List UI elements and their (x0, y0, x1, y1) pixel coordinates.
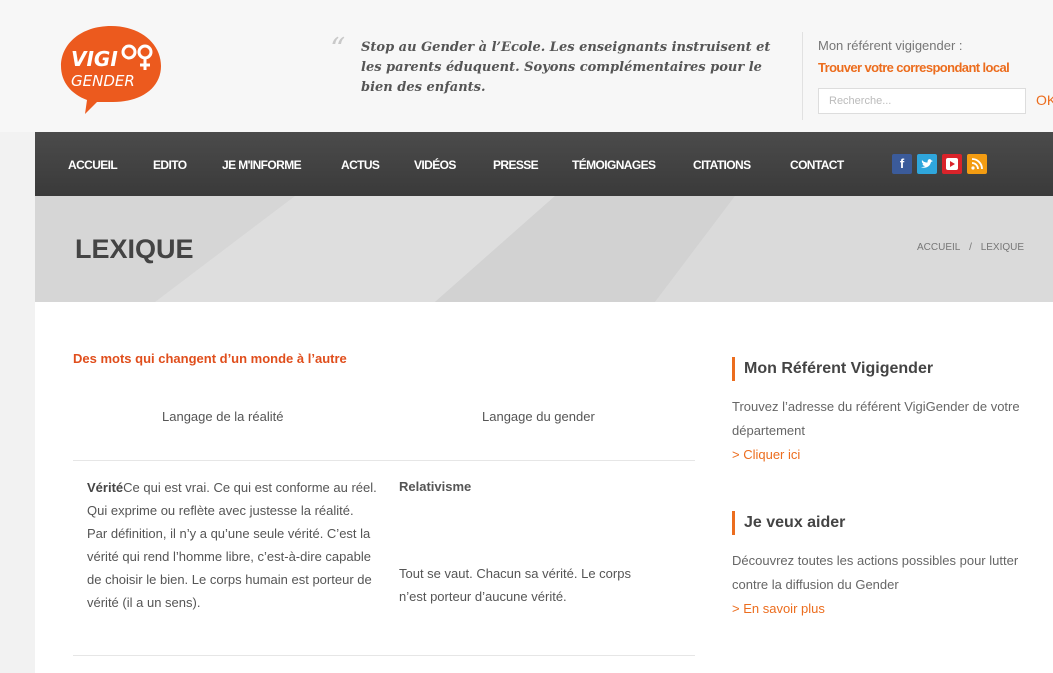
nav-item-accueil[interactable]: ACCUEIL (68, 158, 118, 172)
breadcrumb-separator: / (969, 242, 972, 253)
facebook-icon[interactable]: f (892, 154, 912, 174)
sidebar-block-title: Je veux aider (732, 511, 1032, 535)
sidebar-block-text: Découvrez toutes les actions possibles p… (732, 553, 1019, 592)
term-label: Vérité (87, 480, 124, 495)
quote-mark-icon: “ (330, 32, 346, 67)
page-title-band: LEXIQUE ACCUEIL / LEXIQUE (35, 196, 1053, 302)
search-ok-button[interactable]: OK (1036, 92, 1053, 108)
rss-icon[interactable] (967, 154, 987, 174)
vigigender-logo[interactable]: VIGI GENDER (57, 22, 165, 114)
breadcrumb-home[interactable]: ACCUEIL (917, 242, 960, 253)
nav-item-actus[interactable]: ACTUS (341, 158, 380, 172)
breadcrumb-current: LEXIQUE (980, 242, 1025, 253)
referent-label: Mon référent vigigender : (818, 38, 963, 53)
sidebar-block-aider: Je veux aider Découvrez toutes les actio… (732, 511, 1032, 621)
nav-item-temoignages[interactable]: TÉMOIGNAGES (572, 158, 656, 172)
header-quote: Stop au Gender à l’Ecole. Les enseignant… (361, 40, 771, 95)
search-input[interactable] (818, 88, 1026, 114)
section-title: Des mots qui changent d’un monde à l’aut… (73, 351, 347, 366)
nav-item-contact[interactable]: CONTACT (790, 158, 844, 172)
table-row-divider (73, 460, 695, 461)
column-header-reality: Langage de la réalité (162, 409, 284, 424)
main-content: Des mots qui changent d’un monde à l’aut… (35, 302, 1053, 673)
sidebar-link-en-savoir-plus[interactable]: > En savoir plus (732, 597, 1032, 621)
youtube-icon[interactable] (942, 154, 962, 174)
header-divider (802, 32, 803, 120)
find-correspondent-link[interactable]: Trouver votre correspondant local (818, 60, 1010, 75)
twitter-icon[interactable] (917, 154, 937, 174)
sidebar-link-cliquer-ici[interactable]: > Cliquer ici (732, 443, 1032, 467)
nav-item-citations[interactable]: CITATIONS (693, 158, 751, 172)
column-header-gender: Langage du gender (482, 409, 595, 424)
sidebar-block-text: Trouvez l’adresse du référent VigiGender… (732, 399, 1020, 438)
logo-word-vigi: VIGI (71, 47, 118, 71)
logo-word-gender: GENDER (71, 72, 135, 90)
site-header: VIGI GENDER “ Stop au Gender à l’Ecole. … (0, 0, 1053, 132)
nav-item-presse[interactable]: PRESSE (493, 158, 539, 172)
table-cell-reality: VéritéCe qui est vrai. Ce qui est confor… (87, 476, 377, 614)
gender-term-definition: Tout se vaut. Chacun sa vérité. Le corps… (399, 566, 631, 604)
nav-item-je-m-informe[interactable]: JE M'INFORME (222, 158, 302, 172)
page-title: LEXIQUE (75, 234, 194, 264)
gender-term-label: Relativisme (399, 479, 472, 494)
sidebar-block-title: Mon Référent Vigigender (732, 357, 1032, 381)
breadcrumb: ACCUEIL / LEXIQUE (917, 242, 1024, 253)
main-nav: ACCUEIL EDITO JE M'INFORME ACTUS VIDÉOS … (35, 132, 1053, 196)
table-row-divider (73, 655, 695, 656)
term-definition: Ce qui est vrai. Ce qui est conforme au … (87, 480, 377, 610)
sidebar-block-referent: Mon Référent Vigigender Trouvez l’adress… (732, 357, 1032, 467)
nav-item-videos[interactable]: VIDÉOS (414, 158, 456, 172)
nav-item-edito[interactable]: EDITO (153, 158, 187, 172)
